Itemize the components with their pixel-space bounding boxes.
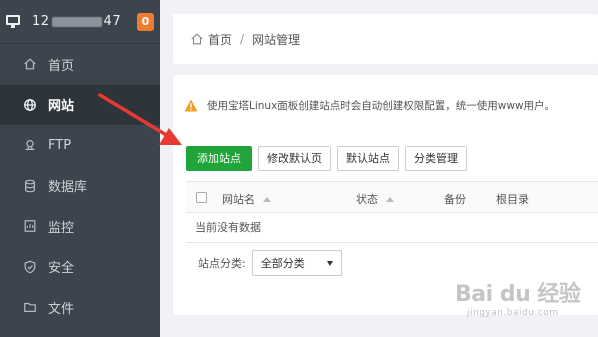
select-all-checkbox[interactable] xyxy=(196,192,207,203)
sidebar-item-ftp[interactable]: FTP xyxy=(0,125,160,166)
column-site-name[interactable]: 网站名 xyxy=(222,191,271,207)
sidebar-item-security[interactable]: 安全 xyxy=(0,247,160,288)
category-select[interactable]: 全部分类 xyxy=(251,250,342,276)
sidebar-menu: 首页 网站 FTP 数据库 监控 安全 文件 xyxy=(0,44,160,328)
sidebar-item-label: 安全 xyxy=(48,261,75,277)
category-manage-button[interactable]: 分类管理 xyxy=(405,146,467,171)
empty-table-message: 当前没有数据 xyxy=(186,213,598,243)
database-icon xyxy=(22,178,38,194)
sidebar-item-label: 网站 xyxy=(48,99,75,115)
sidebar-header: 12 47 0 xyxy=(0,0,160,44)
watermark-url: jingyan.baidu.com xyxy=(467,308,559,318)
breadcrumb-home-link[interactable]: 首页 xyxy=(208,31,232,48)
warning-icon xyxy=(184,99,198,112)
server-icon xyxy=(6,14,24,29)
table-header: 网站名 状态 备份 根目录 xyxy=(186,181,598,213)
default-site-button[interactable]: 默认站点 xyxy=(337,146,399,171)
sidebar-item-website[interactable]: 网站 xyxy=(0,84,160,125)
column-status[interactable]: 状态 xyxy=(356,191,394,207)
sidebar: 12 47 0 首页 网站 FTP 数据库 监控 安全 文件 xyxy=(0,0,160,337)
sidebar-item-label: 文件 xyxy=(48,301,75,317)
server-ip: 12 47 xyxy=(32,14,122,29)
site-table: 网站名 状态 备份 根目录 当前没有数据 站点分类: 全部分类 xyxy=(186,181,598,277)
breadcrumb-current: 网站管理 xyxy=(252,32,301,47)
column-backup: 备份 xyxy=(444,193,466,206)
sidebar-item-files[interactable]: 文件 xyxy=(0,287,160,328)
sort-icon xyxy=(263,197,271,202)
watermark: Bai du 经验 jingyan.baidu.com xyxy=(455,270,595,332)
notification-badge[interactable]: 0 xyxy=(137,12,154,31)
folder-icon xyxy=(22,299,38,315)
sidebar-item-home[interactable]: 首页 xyxy=(0,44,160,85)
sidebar-item-database[interactable]: 数据库 xyxy=(0,166,160,207)
globe-icon xyxy=(22,97,38,113)
column-root-dir: 根目录 xyxy=(496,193,529,206)
sidebar-item-monitor[interactable]: 监控 xyxy=(0,206,160,247)
category-select-value: 全部分类 xyxy=(260,257,305,270)
shield-icon xyxy=(22,259,38,275)
toolbar: 添加站点 修改默认页 默认站点 分类管理 xyxy=(186,146,467,171)
sidebar-item-label: 数据库 xyxy=(48,180,88,196)
edit-default-page-button[interactable]: 修改默认页 xyxy=(258,146,331,171)
chevron-down-icon xyxy=(326,261,333,266)
ip-mask xyxy=(51,16,102,27)
sidebar-item-label: FTP xyxy=(48,137,72,153)
sidebar-item-label: 监控 xyxy=(48,220,75,236)
sidebar-item-label: 首页 xyxy=(48,58,75,74)
home-icon[interactable] xyxy=(190,32,204,46)
permission-notice: 使用宝塔Linux面板创建站点时会自动创建权限配置，统一使用www用户。 xyxy=(184,98,555,113)
watermark-logo: Bai du 经验 xyxy=(455,282,581,307)
filter-label: 站点分类: xyxy=(198,257,246,270)
breadcrumb: 首页 / 网站管理 xyxy=(173,14,598,64)
ftp-icon xyxy=(22,137,38,153)
sort-icon xyxy=(386,197,394,202)
add-site-button[interactable]: 添加站点 xyxy=(186,146,252,171)
monitor-chart-icon xyxy=(22,218,38,234)
breadcrumb-separator: / xyxy=(240,32,245,46)
notice-text: 使用宝塔Linux面板创建站点时会自动创建权限配置，统一使用www用户。 xyxy=(207,100,556,112)
home-icon xyxy=(22,56,38,72)
